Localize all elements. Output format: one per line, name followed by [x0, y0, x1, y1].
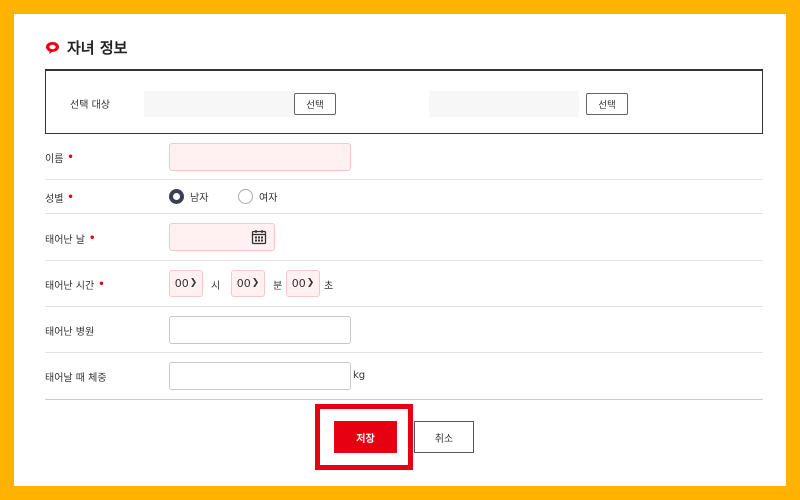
- birth-date-input[interactable]: [169, 223, 275, 251]
- name-label: 이름 •: [45, 152, 74, 165]
- required-mark: •: [98, 279, 105, 290]
- select-button-2[interactable]: 선택: [586, 93, 628, 115]
- second-select[interactable]: 00 ❯: [286, 270, 320, 297]
- birth-date-label: 태어난 날 •: [45, 233, 96, 246]
- birth-weight-row: 태어날 때 체중 kg: [45, 353, 763, 399]
- form-divider: [45, 399, 763, 400]
- save-button[interactable]: 저장: [334, 421, 397, 453]
- minute-unit: 분: [273, 281, 283, 292]
- required-mark: •: [67, 152, 74, 163]
- chevron-down-icon: ❯: [251, 278, 260, 288]
- birth-hospital-label: 태어난 병원: [45, 327, 95, 338]
- gender-male-option[interactable]: 남자: [169, 189, 208, 204]
- gender-row: 성별 • 남자 여자: [45, 180, 763, 214]
- required-mark: •: [88, 233, 96, 244]
- target-selection-box: 선택 대상 선택 선택: [45, 69, 763, 134]
- speech-bubble-icon: [45, 41, 59, 54]
- hour-select[interactable]: 00 ❯: [169, 270, 203, 297]
- cancel-button[interactable]: 취소: [414, 421, 474, 453]
- female-label: 여자: [259, 193, 278, 204]
- minute-select[interactable]: 00 ❯: [231, 270, 265, 297]
- select-button-1[interactable]: 선택: [294, 93, 336, 115]
- birth-time-row: 태어난 시간 • 00 ❯ 시 00 ❯ 분 00 ❯ 초: [45, 261, 763, 307]
- name-row: 이름 •: [45, 134, 763, 180]
- birth-weight-label: 태어날 때 체중: [45, 373, 107, 384]
- birth-hospital-input[interactable]: [169, 316, 351, 344]
- birth-weight-input[interactable]: [169, 362, 351, 390]
- female-radio[interactable]: [238, 189, 253, 204]
- target-field-1[interactable]: [144, 91, 294, 117]
- required-mark: •: [67, 192, 74, 203]
- target-label: 선택 대상: [70, 100, 110, 111]
- birth-hospital-row: 태어난 병원: [45, 307, 763, 353]
- gender-label: 성별 •: [45, 192, 74, 205]
- male-label: 남자: [190, 193, 209, 204]
- second-unit: 초: [324, 281, 334, 292]
- birth-time-label: 태어난 시간 •: [45, 279, 105, 292]
- weight-unit: kg: [353, 370, 366, 381]
- chevron-down-icon: ❯: [306, 278, 315, 288]
- male-radio[interactable]: [169, 189, 184, 204]
- name-input[interactable]: [169, 143, 351, 171]
- gender-female-option[interactable]: 여자: [238, 189, 277, 204]
- birth-date-row: 태어난 날 •: [45, 214, 763, 261]
- target-field-2[interactable]: [429, 91, 579, 117]
- calendar-icon[interactable]: [251, 229, 267, 249]
- hour-unit: 시: [211, 281, 221, 292]
- child-info-form: 자녀 정보 선택 대상 선택 선택 이름 • 성별 • 남자 여자 태어난 날 …: [14, 14, 786, 486]
- section-title: 자녀 정보: [45, 37, 127, 58]
- chevron-down-icon: ❯: [189, 278, 198, 288]
- section-title-text: 자녀 정보: [67, 39, 128, 57]
